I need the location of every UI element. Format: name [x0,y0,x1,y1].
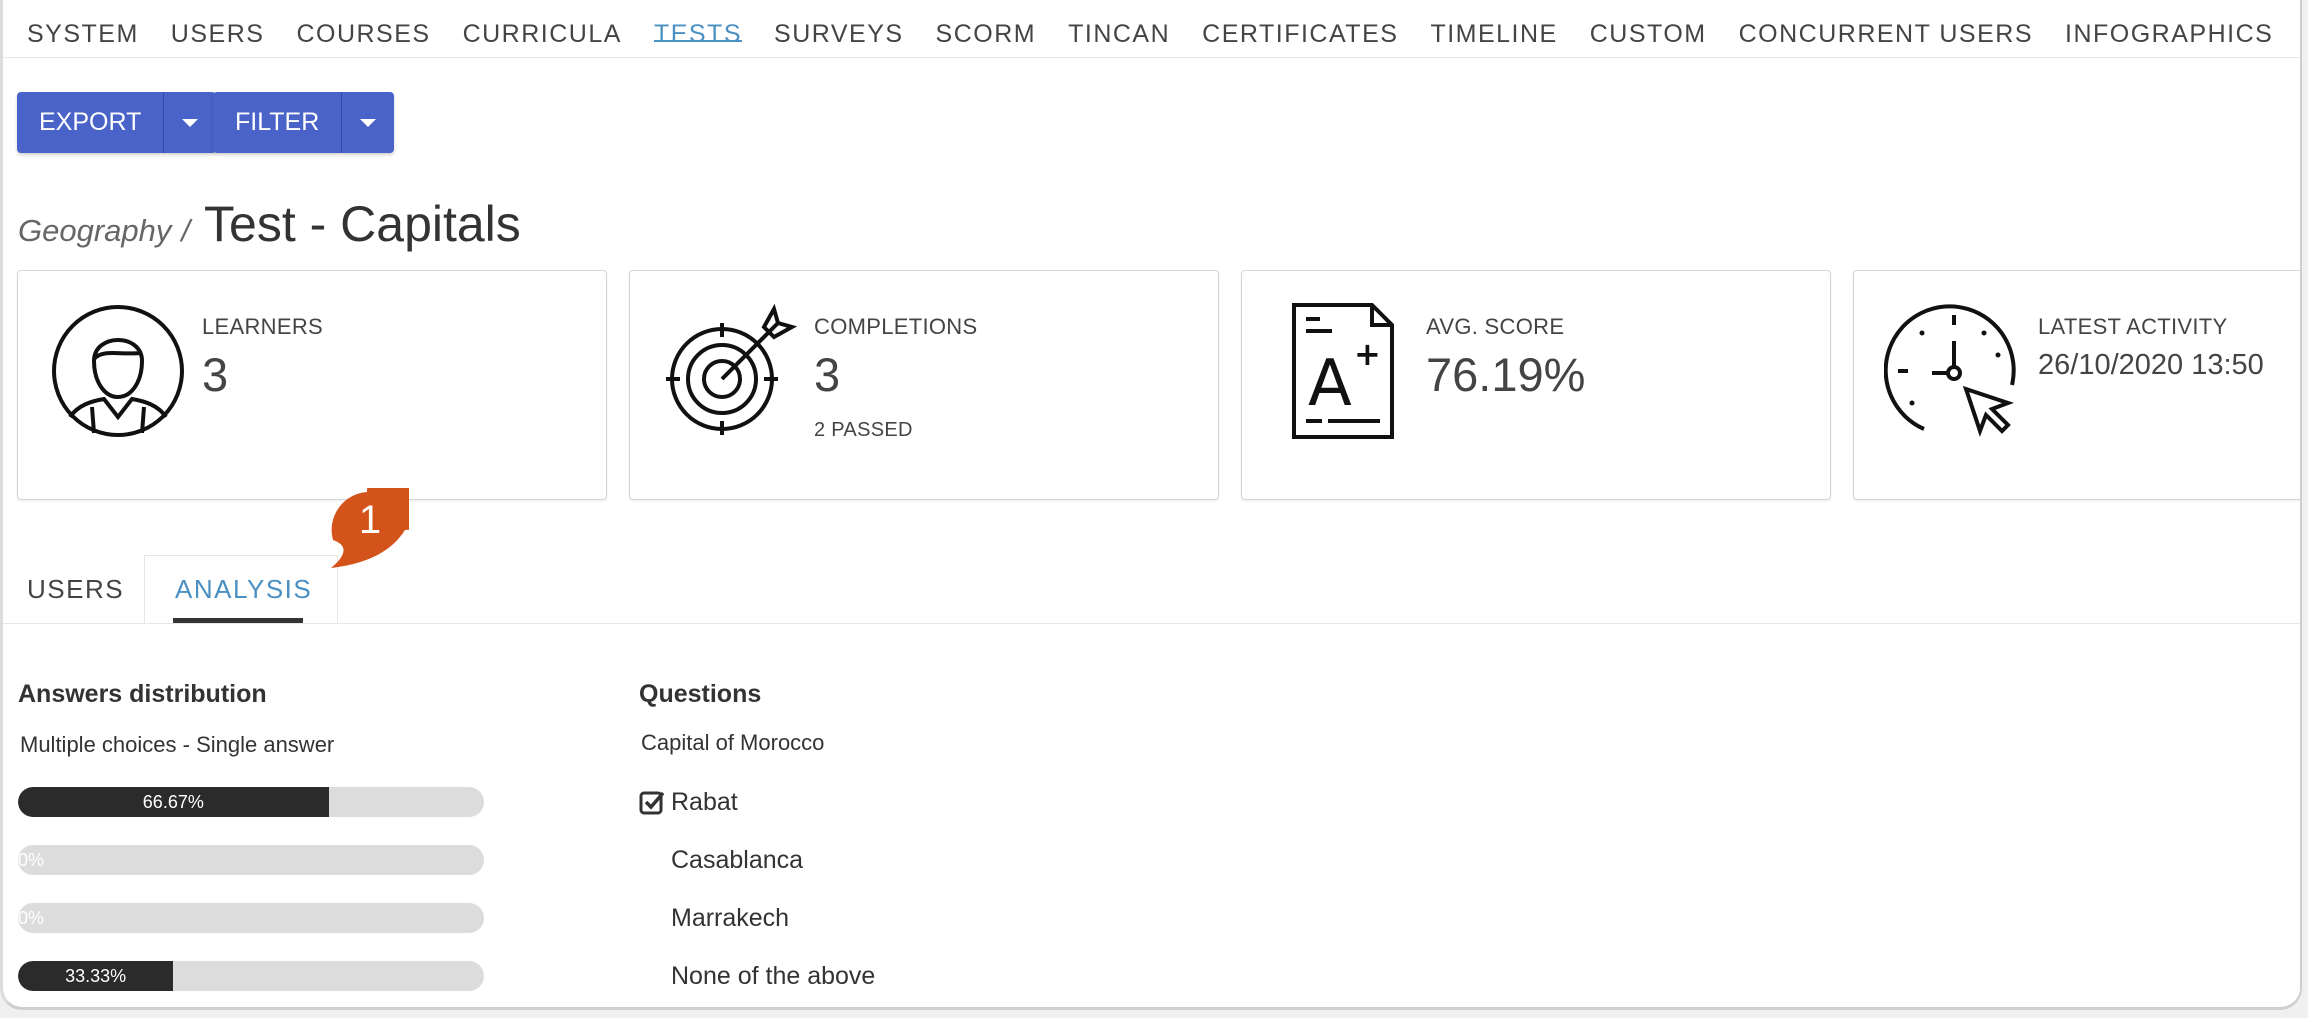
learners-card: LEARNERS 3 [17,270,607,500]
completions-value: 3 [814,348,841,401]
user-avatar-icon [52,305,184,437]
filter-dropdown-toggle[interactable] [342,92,394,153]
avg-score-card: A + AVG. SCORE 76.19% [1241,270,1831,500]
nav-item-concurrent-users[interactable]: CONCURRENT USERS [1739,0,2033,48]
nav-item-surveys[interactable]: SURVEYS [774,0,904,48]
export-button-group: EXPORT [17,92,217,153]
question-text: Capital of Morocco [641,730,825,755]
breadcrumb-parent[interactable]: Geography [18,213,171,249]
latest-activity-card: LATEST ACTIVITY 26/10/2020 13:50 [1853,270,2300,500]
nav-item-curricula[interactable]: CURRICULA [463,0,622,48]
filter-button-group: FILTER [213,92,395,153]
latest-activity-label: LATEST ACTIVITY [2038,314,2228,339]
nav-item-courses[interactable]: COURSES [296,0,430,48]
question-type-label: Multiple choices - Single answer [20,732,335,757]
answer-option: Marrakech [671,904,790,932]
nav-item-scorm[interactable]: SCORM [936,0,1037,48]
answer-bar: 33.33% [18,961,484,991]
learners-value: 3 [202,348,229,401]
avg-score-value: 76.19% [1426,348,1586,401]
answer-bar: 66.67% [18,787,484,817]
target-icon [666,303,798,435]
completions-card: COMPLETIONS 3 2 PASSED [629,270,1219,500]
tab-analysis-label: ANALYSIS [175,574,313,604]
answer-bar: 0% [18,845,484,875]
answer-option: Casablanca [671,846,804,874]
filter-button[interactable]: FILTER [213,92,343,153]
page-title: Test - Capitals [204,196,521,252]
grade-document-icon: A + [1292,303,1394,439]
caret-down-icon [182,118,199,127]
nav-item-users[interactable]: USERS [171,0,265,48]
breadcrumb-separator: / [181,213,191,248]
answer-option: None of the above [671,962,876,990]
top-navigation: SYSTEM USERS COURSES CURRICULA TESTS SUR… [3,0,2300,58]
answer-bar: 0% [18,903,484,933]
caret-down-icon [360,118,377,127]
nav-item-tincan[interactable]: TINCAN [1068,0,1170,48]
export-button[interactable]: EXPORT [17,92,165,153]
export-dropdown-toggle[interactable] [164,92,216,153]
svg-text:A: A [1308,347,1352,421]
latest-activity-value: 26/10/2020 13:50 [2038,349,2264,381]
answer-option: Rabat [671,788,738,816]
answer-bar-label: 66.67% [142,792,204,812]
questions-title: Questions [639,680,762,708]
tab-users[interactable]: USERS [27,555,137,623]
answer-bar-label: 0% [18,908,45,928]
svg-text:+: + [1354,335,1381,373]
nav-item-system[interactable]: SYSTEM [27,0,139,48]
nav-item-infographics[interactable]: INFOGRAPHICS [2065,0,2273,48]
answer-bar-label: 33.33% [65,966,127,986]
answer-bar-label: 0% [18,850,45,870]
app-frame: SYSTEM USERS COURSES CURRICULA TESTS SUR… [0,0,2302,1010]
nav-item-custom[interactable]: CUSTOM [1590,0,1707,48]
active-tab-indicator [173,618,303,623]
completions-passed: 2 PASSED [814,419,913,441]
learners-label: LEARNERS [202,314,323,339]
clock-cursor-icon [1884,304,2016,437]
nav-item-certificates[interactable]: CERTIFICATES [1202,0,1398,48]
checked-box-icon [639,791,665,815]
tab-analysis[interactable]: ANALYSIS [144,555,338,623]
answers-distribution-title: Answers distribution [18,680,267,708]
nav-item-timeline[interactable]: TIMELINE [1430,0,1557,48]
avg-score-label: AVG. SCORE [1426,314,1565,339]
completions-label: COMPLETIONS [814,314,978,339]
nav-item-tests[interactable]: TESTS [653,0,743,48]
callout-number: 1 [358,498,382,542]
breadcrumb: Geography / Test - Capitals [18,195,521,253]
